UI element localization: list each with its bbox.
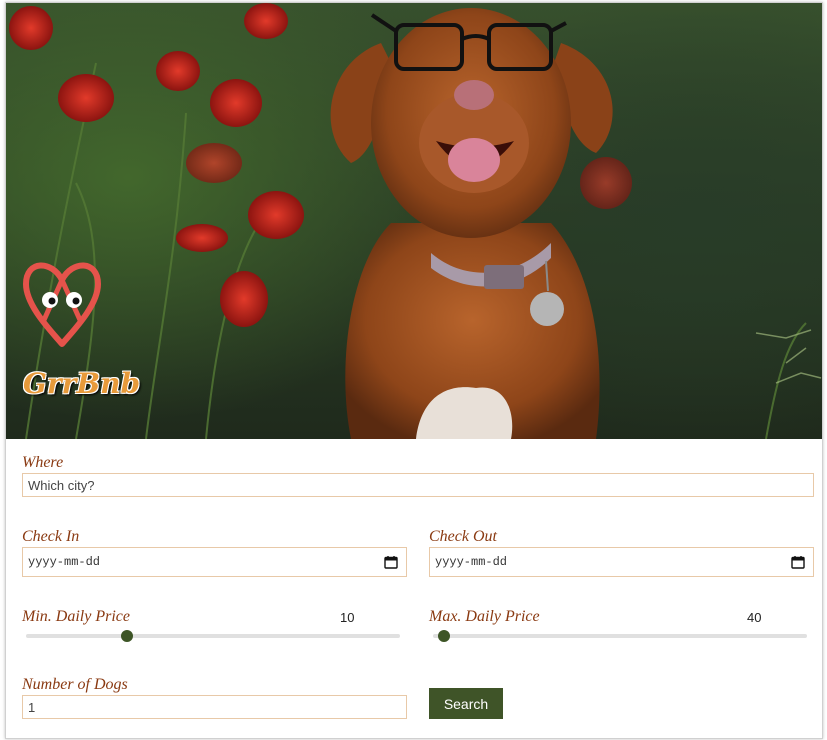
check-out-placeholder: yyyy-mm-dd [435,555,508,569]
check-in-label: Check In [22,528,80,545]
brand-name[interactable]: GrrBnb [23,367,140,400]
min-price-slider[interactable] [26,630,400,642]
max-price-label: Max. Daily Price [429,608,540,625]
search-button[interactable]: Search [429,688,503,719]
calendar-icon[interactable] [384,555,398,569]
check-out-date-input[interactable]: yyyy-mm-dd [429,547,814,577]
min-price-slider-thumb[interactable] [120,630,133,642]
hero-banner: GrrBnb [6,3,822,439]
dogs-label: Number of Dogs [22,676,128,693]
where-label: Where [22,454,64,471]
check-in-placeholder: yyyy-mm-dd [28,555,101,569]
min-price-label: Min. Daily Price [22,608,130,625]
max-price-slider[interactable] [433,630,807,642]
dogs-input[interactable]: 1 [22,695,407,719]
min-price-value: 10 [340,610,355,625]
where-input[interactable]: Which city? [22,473,814,497]
max-price-slider-thumb[interactable] [438,630,451,642]
where-placeholder: Which city? [28,477,95,493]
check-out-label: Check Out [429,528,497,545]
max-price-value: 40 [747,610,762,625]
check-in-date-input[interactable]: yyyy-mm-dd [22,547,407,577]
calendar-icon[interactable] [791,555,805,569]
app-window: GrrBnb Where Which city? Check In yyyy-m… [5,2,823,739]
dogs-value: 1 [28,699,36,715]
grrbnb-logo-icon [23,262,101,347]
